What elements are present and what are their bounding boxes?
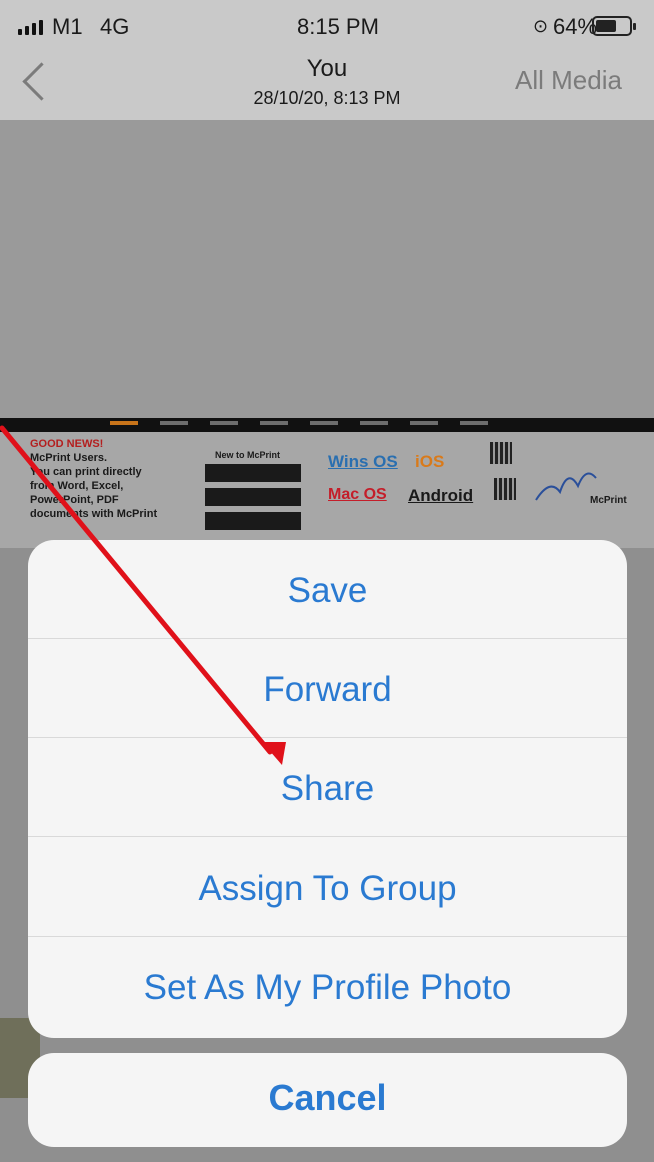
- qr-code-icon: [490, 442, 512, 464]
- preview-line: You can print directly: [30, 466, 142, 478]
- forward-button[interactable]: Forward: [28, 670, 627, 710]
- separator: [28, 936, 627, 937]
- preview-wins-os: Wins OS: [328, 452, 398, 471]
- separator: [28, 638, 627, 639]
- all-media-button[interactable]: All Media: [515, 65, 622, 96]
- assign-to-group-button[interactable]: Assign To Group: [28, 869, 627, 909]
- photo-backdrop: [0, 120, 654, 420]
- preview-android: Android: [408, 486, 474, 505]
- preview-logo-text: McPrint: [590, 495, 627, 506]
- preview-headline: GOOD NEWS!: [30, 438, 104, 450]
- signal-icon: [18, 20, 43, 35]
- battery-icon: [592, 16, 636, 36]
- network-label: 4G: [100, 14, 130, 39]
- preview-line: from Word, Excel,: [30, 480, 124, 492]
- location-icon: ⊙: [533, 16, 549, 36]
- carrier-label: M1: [52, 14, 83, 39]
- clock: 8:15 PM: [297, 14, 379, 39]
- share-button[interactable]: Share: [28, 769, 627, 809]
- cancel-button[interactable]: Cancel: [28, 1053, 627, 1147]
- website-menu-items: [110, 421, 488, 425]
- preview-line: documents with McPrint: [30, 508, 158, 520]
- preview-line: McPrint Users.: [30, 452, 108, 464]
- preview-line: PowerPoint, PDF: [30, 494, 119, 506]
- separator: [28, 836, 627, 837]
- photo-preview: GOOD NEWS! McPrint Users. You can print …: [0, 418, 654, 548]
- set-profile-photo-button[interactable]: Set As My Profile Photo: [28, 968, 627, 1008]
- cancel-label: Cancel: [268, 1077, 387, 1118]
- preview-ios: iOS: [415, 452, 445, 471]
- preview-mac-os: Mac OS: [328, 486, 387, 503]
- save-button[interactable]: Save: [28, 571, 627, 611]
- status-bar: M1 4G 8:15 PM ⊙ 64%: [0, 0, 654, 50]
- preview-button-stack: [205, 464, 301, 530]
- separator: [28, 737, 627, 738]
- action-sheet: Save Forward Share Assign To Group Set A…: [28, 540, 627, 1038]
- mcprint-logo-icon: McPrint: [535, 472, 627, 506]
- qr-code-icon: [494, 478, 516, 500]
- battery-percent: 64%: [553, 14, 598, 39]
- preview-new-to: New to McPrint: [215, 450, 281, 460]
